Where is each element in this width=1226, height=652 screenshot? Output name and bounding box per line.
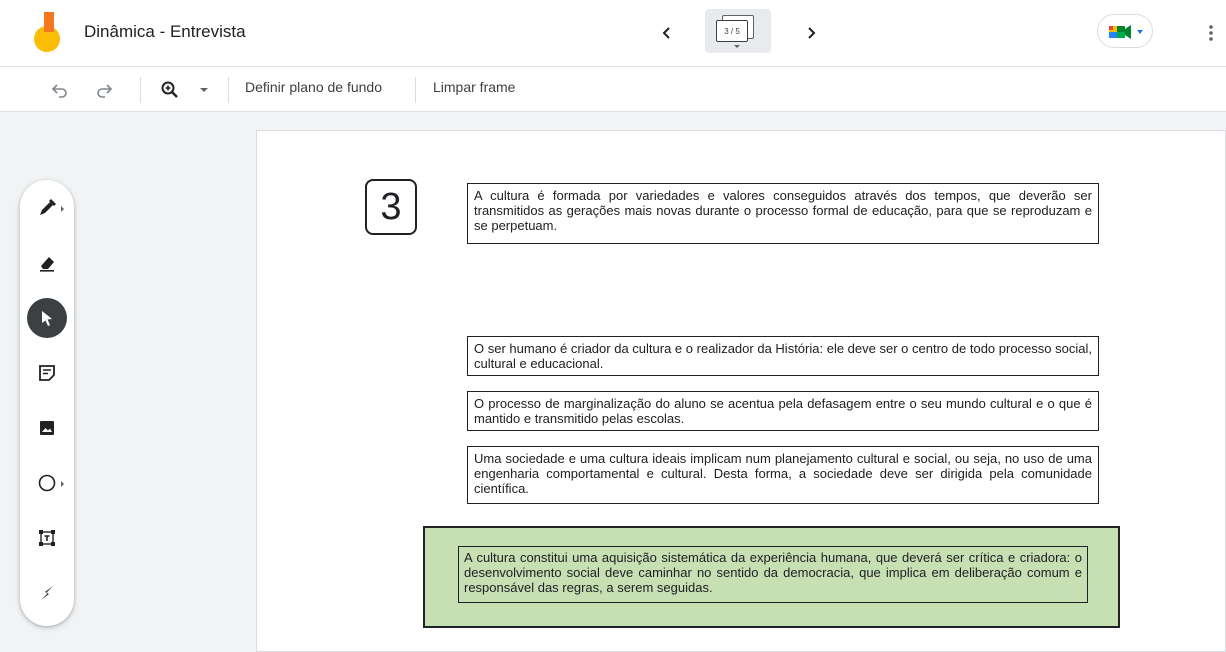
text-box[interactable]: A cultura é formada por variedades e val… <box>467 183 1099 244</box>
image-icon <box>40 421 54 435</box>
laser-icon <box>41 586 53 600</box>
pen-tool[interactable] <box>27 188 67 228</box>
caret-down-icon <box>200 88 208 92</box>
frame-picker-button[interactable]: 3 / 5 <box>705 9 771 53</box>
select-tool[interactable] <box>27 298 67 338</box>
caret-down-icon <box>734 45 740 48</box>
toolbar-divider <box>228 77 229 103</box>
shape-tool[interactable] <box>27 463 67 503</box>
meet-camera-icon <box>1109 25 1143 39</box>
laser-tool[interactable] <box>27 573 67 613</box>
more-options-button[interactable] <box>1196 18 1226 48</box>
redo-icon <box>97 84 113 98</box>
highlighted-text-box[interactable]: A cultura constitui uma aquisição sistem… <box>458 546 1088 603</box>
sticky-note-tool[interactable] <box>27 353 67 393</box>
zoom-in-icon <box>161 81 178 98</box>
zoom-dropdown-button[interactable] <box>192 78 216 102</box>
more-vert-icon <box>1209 25 1213 41</box>
text-box[interactable]: O processo de marginalização do aluno se… <box>467 391 1099 431</box>
toolbar-divider <box>140 77 141 103</box>
chevron-right-icon <box>808 27 816 39</box>
text-box[interactable]: O ser humano é criador da cultura e o re… <box>467 336 1099 376</box>
undo-icon <box>51 84 67 98</box>
app-bar: Dinâmica - Entrevista 3 / 5 <box>0 0 1226 66</box>
pen-icon <box>40 199 56 215</box>
clear-frame-button[interactable]: Limpar frame <box>433 79 515 95</box>
redo-button[interactable] <box>92 78 116 102</box>
cursor-icon <box>42 311 52 326</box>
tool-palette <box>20 180 74 626</box>
toolbar: Definir plano de fundo Limpar frame <box>0 66 1226 112</box>
toolbar-divider <box>415 77 416 103</box>
frame-indicator: 3 / 5 <box>716 20 748 42</box>
meet-button[interactable] <box>1097 14 1153 48</box>
eraser-icon <box>40 257 54 272</box>
undo-button[interactable] <box>48 78 72 102</box>
eraser-tool[interactable] <box>27 243 67 283</box>
jamboard-logo <box>34 12 62 52</box>
highlighted-sticky-card[interactable]: A cultura constitui uma aquisição sistem… <box>423 526 1120 628</box>
previous-frame-button[interactable] <box>652 18 682 48</box>
image-tool[interactable] <box>27 408 67 448</box>
circle-icon <box>38 474 56 492</box>
textbox-tool[interactable] <box>27 518 67 558</box>
set-background-button[interactable]: Definir plano de fundo <box>245 79 382 95</box>
sticky-note-icon <box>39 365 55 381</box>
textbox-icon <box>39 530 55 546</box>
frame-number-label[interactable]: 3 <box>365 179 417 235</box>
document-title[interactable]: Dinâmica - Entrevista <box>84 22 246 42</box>
zoom-button[interactable] <box>158 78 182 102</box>
chevron-left-icon <box>662 27 670 39</box>
jamboard-frame[interactable]: 3 A cultura é formada por variedades e v… <box>256 130 1226 652</box>
next-frame-button[interactable] <box>796 18 826 48</box>
text-box[interactable]: Uma sociedade e uma cultura ideais impli… <box>467 446 1099 504</box>
